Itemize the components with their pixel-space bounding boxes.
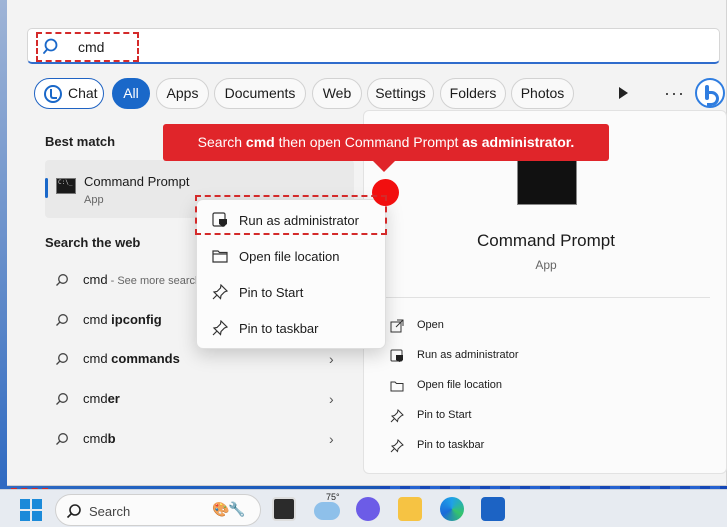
chevron-right-icon: › bbox=[329, 351, 334, 367]
bing-icon[interactable] bbox=[695, 78, 725, 108]
chevron-right-icon: › bbox=[329, 391, 334, 407]
search-icon bbox=[56, 433, 68, 445]
web-result-text: cmdb bbox=[83, 431, 116, 446]
folder-icon bbox=[390, 381, 404, 392]
action-open[interactable]: Open bbox=[390, 315, 690, 339]
filter-documents[interactable]: Documents bbox=[214, 78, 306, 109]
filter-apps[interactable]: Apps bbox=[156, 78, 209, 109]
menu-open-file-location[interactable]: Open file location bbox=[197, 238, 387, 272]
menu-label: Run as administrator bbox=[239, 213, 359, 228]
action-label: Pin to taskbar bbox=[417, 439, 485, 451]
search-icon bbox=[56, 274, 68, 286]
menu-label: Open file location bbox=[239, 249, 340, 264]
web-result-text: cmd - See more search bbox=[83, 272, 202, 287]
web-result-text: cmd ipconfig bbox=[83, 312, 162, 327]
teams-chat-icon[interactable] bbox=[356, 497, 380, 521]
pin-icon bbox=[212, 320, 228, 336]
web-result-text: cmd commands bbox=[83, 351, 180, 366]
filter-label: Settings bbox=[375, 85, 426, 101]
divider bbox=[382, 297, 710, 298]
action-pin-to-taskbar[interactable]: Pin to taskbar bbox=[390, 435, 690, 459]
taskbar: Search 🎨🔧 75° bbox=[0, 489, 727, 527]
action-label: Open file location bbox=[417, 379, 502, 391]
filter-label: Documents bbox=[224, 85, 296, 101]
pin-icon bbox=[212, 284, 228, 300]
more-options-icon[interactable]: ··· bbox=[664, 83, 685, 104]
preview-subtitle: App bbox=[535, 258, 557, 272]
action-label: Pin to Start bbox=[417, 409, 472, 421]
open-icon bbox=[390, 319, 404, 333]
action-open-file-location[interactable]: Open file location bbox=[390, 375, 690, 399]
search-highlight-icon: 🎨🔧 bbox=[212, 501, 246, 517]
search-icon bbox=[56, 314, 68, 326]
filter-label: Chat bbox=[68, 85, 98, 101]
filter-folders[interactable]: Folders bbox=[440, 78, 506, 109]
menu-pin-to-start[interactable]: Pin to Start bbox=[197, 274, 387, 308]
result-title: Command Prompt bbox=[84, 174, 190, 189]
filter-all[interactable]: All bbox=[112, 78, 150, 109]
context-menu: Run as administrator Open file location … bbox=[196, 199, 386, 349]
action-pin-to-start[interactable]: Pin to Start bbox=[390, 405, 690, 429]
start-button[interactable] bbox=[20, 499, 42, 521]
search-icon bbox=[66, 504, 81, 519]
step-marker-dot bbox=[372, 179, 399, 206]
filter-photos[interactable]: Photos bbox=[511, 78, 574, 109]
best-match-heading: Best match bbox=[45, 134, 116, 149]
shield-icon bbox=[212, 212, 227, 227]
action-run-as-admin[interactable]: Run as administrator bbox=[390, 345, 690, 369]
windows-logo-icon bbox=[20, 499, 30, 509]
pin-icon bbox=[390, 409, 404, 423]
filter-label: Apps bbox=[166, 85, 199, 101]
web-result-item[interactable]: cmdb › bbox=[45, 422, 354, 458]
selection-indicator bbox=[45, 178, 48, 198]
menu-pin-to-taskbar[interactable]: Pin to taskbar bbox=[197, 310, 387, 344]
action-label: Open bbox=[417, 319, 444, 331]
shield-icon bbox=[390, 349, 403, 362]
action-label: Run as administrator bbox=[417, 349, 519, 361]
filter-label: Photos bbox=[520, 85, 565, 101]
web-result-text: cmder bbox=[83, 391, 120, 406]
chevron-right-icon: › bbox=[329, 431, 334, 447]
filter-web[interactable]: Web bbox=[312, 78, 362, 109]
folder-icon bbox=[212, 250, 228, 263]
filter-chat[interactable]: Chat bbox=[34, 78, 104, 109]
filter-label: All bbox=[123, 85, 139, 101]
search-icon bbox=[56, 353, 68, 365]
taskbar-search[interactable]: Search 🎨🔧 bbox=[55, 494, 261, 526]
bing-chat-icon bbox=[44, 85, 62, 103]
search-input[interactable]: cmd bbox=[27, 28, 720, 64]
scroll-filters-icon[interactable] bbox=[619, 87, 628, 99]
edge-browser-icon[interactable] bbox=[440, 497, 464, 521]
menu-label: Pin to taskbar bbox=[239, 321, 319, 336]
filter-settings[interactable]: Settings bbox=[367, 78, 434, 109]
filter-label: Folders bbox=[449, 85, 497, 101]
command-prompt-icon bbox=[56, 178, 76, 194]
search-query: cmd bbox=[78, 39, 105, 55]
menu-label: Pin to Start bbox=[239, 285, 304, 300]
pin-icon bbox=[390, 439, 404, 453]
instruction-callout: Search cmd then open Command Prompt as a… bbox=[163, 124, 609, 161]
callout-pointer bbox=[373, 161, 395, 172]
preview-title: Command Prompt bbox=[477, 231, 615, 250]
taskbar-search-placeholder: Search bbox=[89, 504, 131, 519]
preview-pane: Command Prompt App Open Run as administr… bbox=[363, 110, 727, 474]
microsoft-store-icon[interactable] bbox=[481, 497, 505, 521]
weather-icon[interactable] bbox=[314, 502, 340, 520]
search-icon bbox=[43, 38, 58, 54]
filter-label: Web bbox=[322, 85, 352, 101]
search-web-heading: Search the web bbox=[45, 235, 141, 250]
task-view-icon[interactable] bbox=[272, 497, 296, 521]
menu-run-as-admin[interactable]: Run as administrator bbox=[197, 202, 387, 236]
result-type: App bbox=[84, 194, 104, 206]
web-result-item[interactable]: cmder › bbox=[45, 382, 354, 418]
weather-temperature: 75° bbox=[326, 492, 340, 502]
file-explorer-icon[interactable] bbox=[398, 497, 422, 521]
search-icon bbox=[56, 393, 68, 405]
